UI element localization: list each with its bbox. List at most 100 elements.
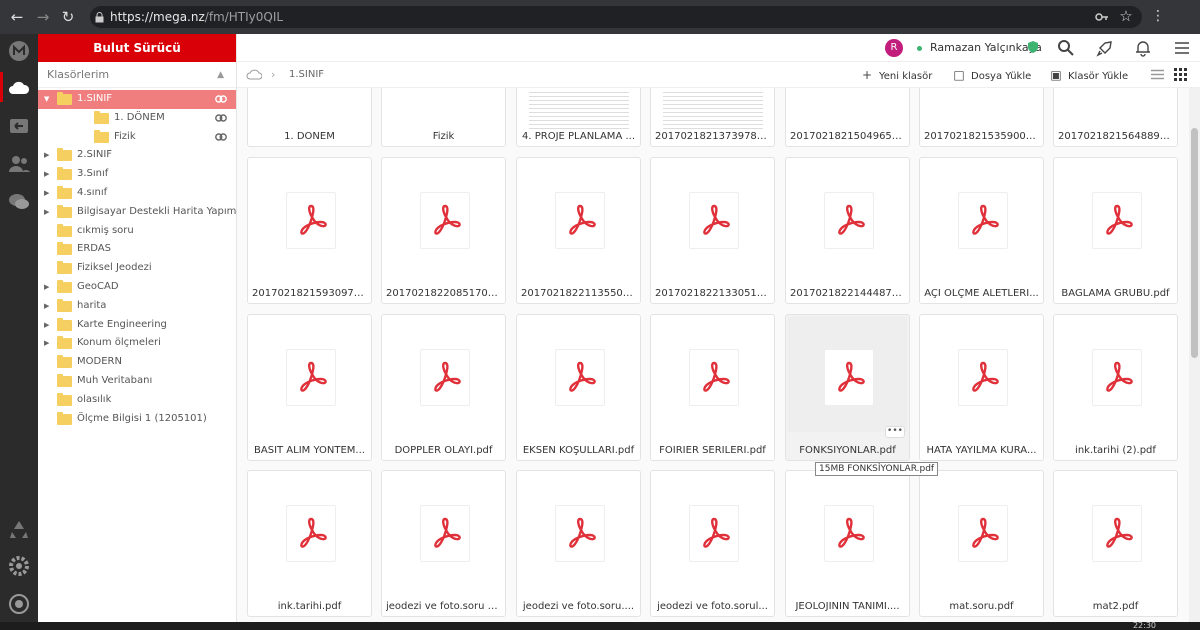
upload-folder-button[interactable]: ▣ Klasör Yükle <box>1050 68 1128 82</box>
file-card[interactable]: 20170218215930975.... <box>247 157 372 304</box>
file-card[interactable]: AÇI ÖLÇME ALETLERİ... <box>919 157 1044 304</box>
bookmark-star-icon[interactable]: ☆ <box>1118 8 1134 24</box>
file-name: 20170218215648893.... <box>1058 131 1173 142</box>
tree-item[interactable]: ▶ 2.SINIF <box>38 146 236 165</box>
tree-item[interactable]: ▶ harita <box>38 297 236 316</box>
browser-menu-icon[interactable]: ⋮ <box>1150 8 1166 24</box>
tree-item-label: cıkmiş soru <box>77 224 134 236</box>
caret-right-icon[interactable]: ▶ <box>44 165 52 184</box>
cloud-drive-title[interactable]: Bulut Sürücü <box>38 34 236 62</box>
tree-item[interactable]: Ölçme Bilgisi 1 (1205101) <box>38 410 236 429</box>
pdf-icon <box>569 517 596 548</box>
file-card[interactable]: 20170218215359004.... <box>919 88 1044 147</box>
rocket-icon[interactable] <box>1096 39 1114 57</box>
more-options-button[interactable]: ••• <box>885 426 905 438</box>
settings-gear-icon[interactable] <box>7 554 31 578</box>
tree-item[interactable]: 1. DÖNEM <box>38 109 236 128</box>
tree-item[interactable]: ▶ GeoCAD <box>38 278 236 297</box>
search-icon[interactable] <box>1057 39 1075 57</box>
url-host: https://mega.nz <box>110 10 205 24</box>
back-icon[interactable]: ← <box>9 9 25 25</box>
avatar[interactable]: R <box>885 39 903 57</box>
file-card[interactable]: 20170218221444874.... <box>785 157 910 304</box>
grid-scrollbar[interactable] <box>1189 88 1200 630</box>
caret-right-icon[interactable]: ▶ <box>44 203 52 222</box>
file-card[interactable]: BASİT ALIM YÖNTEM... <box>247 314 372 461</box>
caret-down-icon[interactable]: ▼ <box>44 90 52 109</box>
folder-card[interactable]: Fizik <box>381 88 506 147</box>
tree-item-label: Konum ölçmeleri <box>77 337 161 349</box>
file-card[interactable]: 4. PROJE PLANLAMA ... <box>516 88 641 147</box>
caret-right-icon[interactable]: ▶ <box>44 334 52 353</box>
caret-right-icon[interactable]: ▶ <box>44 278 52 297</box>
file-card[interactable]: mat2.pdf <box>1053 470 1178 617</box>
file-card[interactable]: ink.tarihi (2).pdf <box>1053 314 1178 461</box>
cloud-breadcrumb-icon[interactable] <box>246 69 262 80</box>
folder-icon <box>94 110 109 124</box>
caret-right-icon[interactable]: ▶ <box>44 297 52 316</box>
list-view-icon[interactable] <box>1151 69 1164 80</box>
file-card[interactable]: 20170218215049651.... <box>785 88 910 147</box>
caret-right-icon[interactable]: ▶ <box>44 316 52 335</box>
folder-card[interactable]: 1. DÖNEM <box>247 88 372 147</box>
tree-item[interactable]: ▶ Konum ölçmeleri <box>38 334 236 353</box>
tree-item[interactable]: ▶ Karte Engineering <box>38 316 236 335</box>
chat-icon[interactable] <box>7 190 31 214</box>
file-card[interactable]: jeodezi ve foto.soru (... <box>381 470 506 617</box>
file-card[interactable]: 20170218221330519.... <box>650 157 775 304</box>
mega-logo-icon[interactable] <box>7 39 31 63</box>
sort-icon[interactable]: ▲ <box>217 62 224 88</box>
file-card[interactable]: ••• FONKSİYONLAR.pdf <box>785 314 910 461</box>
caret-right-icon[interactable]: ▶ <box>44 146 52 165</box>
file-card[interactable]: DOPPLER OLAYI.pdf <box>381 314 506 461</box>
tree-item[interactable]: ERDAS <box>38 240 236 259</box>
contacts-icon[interactable] <box>7 152 31 176</box>
transfers-icon[interactable] <box>7 114 31 138</box>
caret-right-icon[interactable]: ▶ <box>44 184 52 203</box>
tree-item[interactable]: Fizik <box>38 128 236 147</box>
reload-icon[interactable]: ↻ <box>60 9 76 25</box>
file-card[interactable]: BAĞLAMA GRUBU.pdf <box>1053 157 1178 304</box>
scrollbar-thumb[interactable] <box>1191 128 1198 358</box>
file-card[interactable]: jeodezi ve foto.sorul... <box>650 470 775 617</box>
pdf-thumbnail <box>958 505 1008 562</box>
tree-item[interactable]: Muh Veritabanı <box>38 372 236 391</box>
link-icon[interactable] <box>215 94 227 104</box>
breadcrumb[interactable]: 1.SINIF <box>289 69 324 80</box>
link-icon[interactable] <box>215 113 227 123</box>
file-card[interactable]: ink.tarihi.pdf <box>247 470 372 617</box>
new-folder-button[interactable]: + Yeni klasör <box>861 68 932 82</box>
file-card[interactable]: 20170218215648893.... <box>1053 88 1178 147</box>
tree-item[interactable]: ▶ 3.Sınıf <box>38 165 236 184</box>
file-card[interactable]: 20170218213739784.... <box>650 88 775 147</box>
tree-item[interactable]: MODERN <box>38 353 236 372</box>
file-card[interactable]: 20170218220851708.... <box>381 157 506 304</box>
tree-item[interactable]: ▼ 1.SINIF <box>38 90 236 109</box>
main-menu-icon[interactable] <box>1173 39 1191 57</box>
username[interactable]: Ramazan Yalçınkaya <box>930 41 1042 54</box>
tree-item[interactable]: olasılık <box>38 391 236 410</box>
tree-header[interactable]: Klasörlerim ▲ <box>38 62 236 88</box>
key-icon[interactable] <box>1095 12 1109 22</box>
file-card[interactable]: mat.soru.pdf <box>919 470 1044 617</box>
file-card[interactable]: 20170218221135500.... <box>516 157 641 304</box>
link-icon[interactable] <box>215 132 227 142</box>
rubbish-bin-icon[interactable] <box>7 518 31 542</box>
upload-file-button[interactable]: □ Dosya Yükle <box>953 68 1031 82</box>
file-card[interactable]: FOIRIER SERİLERİ.pdf <box>650 314 775 461</box>
folder-icon <box>57 185 72 199</box>
file-card[interactable]: EKSEN KOŞULLARI.pdf <box>516 314 641 461</box>
file-card[interactable]: jeodezi ve foto.soru.... <box>516 470 641 617</box>
forward-icon[interactable]: → <box>35 9 51 25</box>
tree-item[interactable]: ▶ 4.sınıf <box>38 184 236 203</box>
tree-item[interactable]: Fiziksel Jeodezi <box>38 259 236 278</box>
sync-icon[interactable] <box>7 592 31 616</box>
notifications-bell-icon[interactable] <box>1134 39 1152 57</box>
cloud-drive-icon[interactable] <box>7 76 31 100</box>
tree-item[interactable]: ▶ Bilgisayar Destekli Harita Yapımı <box>38 203 239 222</box>
grid-view-icon[interactable] <box>1174 68 1187 81</box>
file-card[interactable]: JEOLOJİNİN TANIMI.... <box>785 470 910 617</box>
tree-item-label: Muh Veritabanı <box>77 374 153 386</box>
file-card[interactable]: HATA YAYILMA KURA... <box>919 314 1044 461</box>
tree-item[interactable]: cıkmiş soru <box>38 222 236 241</box>
